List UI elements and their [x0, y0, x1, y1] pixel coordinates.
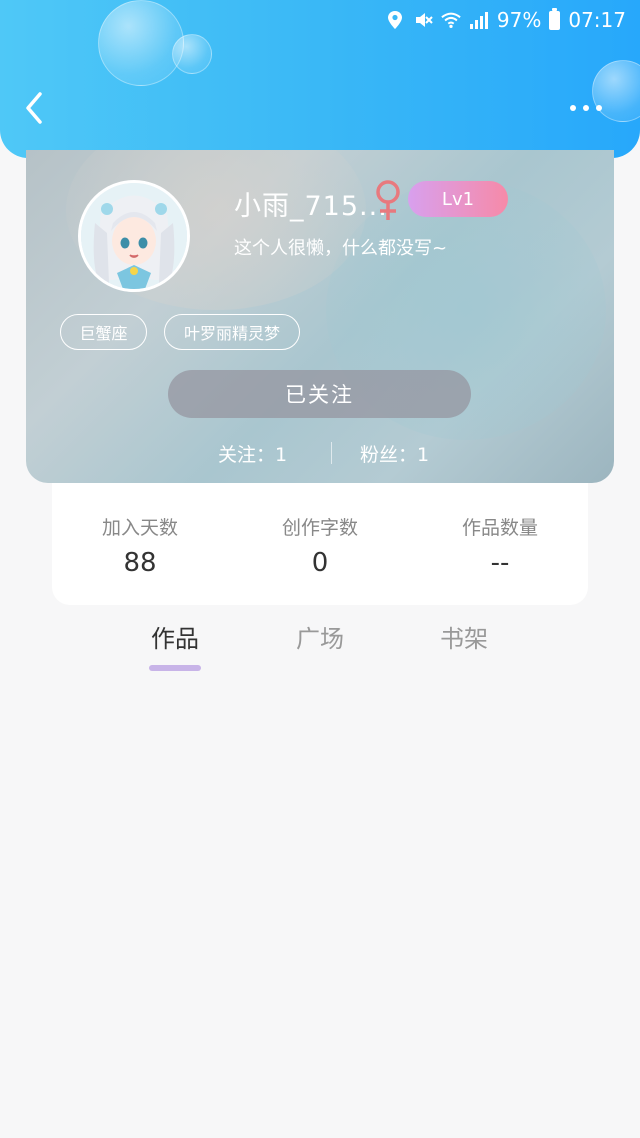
- avatar[interactable]: [78, 180, 190, 292]
- follow-counts: 关注：1 粉丝：1: [26, 438, 614, 468]
- stats-card: 加入天数 88 创作字数 0 作品数量 --: [52, 483, 588, 605]
- decorative-bubble: [172, 34, 212, 74]
- username: 小雨_715...: [234, 191, 388, 222]
- stat-label: 创作字数: [281, 517, 358, 539]
- more-dots-icon: [570, 105, 576, 111]
- status-bar: 97% 07:17: [0, 0, 640, 40]
- follow-button[interactable]: 已关注: [168, 370, 471, 418]
- back-arrow-icon: [26, 92, 42, 124]
- status-time: 07:17: [568, 8, 626, 32]
- mute-icon: [413, 10, 433, 30]
- stat-works-count: 作品数量 --: [420, 513, 580, 578]
- stat-label: 加入天数: [101, 517, 178, 539]
- counts-divider: [331, 442, 332, 464]
- tag-zodiac[interactable]: 巨蟹座: [60, 314, 147, 350]
- tab-indicator: [149, 665, 201, 671]
- tab-bar: 作品 广场 书架: [0, 615, 640, 675]
- following-count[interactable]: 关注：1: [218, 440, 287, 467]
- avatar-image: [81, 183, 187, 289]
- tab-bookshelf[interactable]: 书架: [424, 619, 504, 654]
- tag-interest[interactable]: 叶罗丽精灵梦: [164, 314, 300, 350]
- stat-value: 0: [311, 548, 329, 578]
- stat-join-days: 加入天数 88: [60, 513, 220, 578]
- signal-icon: [469, 10, 489, 30]
- more-dots-icon: [583, 105, 589, 111]
- more-button[interactable]: [570, 98, 610, 118]
- tab-plaza[interactable]: 广场: [280, 619, 360, 654]
- stat-value: --: [490, 548, 510, 578]
- level-badge: Lv1: [408, 181, 508, 217]
- female-gender-icon: [371, 178, 405, 222]
- header: 97% 07:17: [0, 0, 640, 158]
- fans-count[interactable]: 粉丝：1: [360, 440, 429, 467]
- bio-text: 这个人很懒，什么都没写~: [234, 238, 448, 259]
- battery-icon: [549, 7, 561, 30]
- tab-works[interactable]: 作品: [135, 619, 215, 654]
- battery-percent: 97%: [496, 8, 542, 32]
- wifi-icon: [441, 10, 461, 30]
- stat-label: 作品数量: [461, 517, 538, 539]
- back-button[interactable]: [18, 88, 54, 128]
- location-icon: [385, 10, 405, 30]
- stat-word-count: 创作字数 0: [240, 513, 400, 578]
- more-dots-icon: [596, 105, 602, 111]
- stat-value: 88: [123, 548, 157, 578]
- profile-card: 小雨_715... Lv1 这个人很懒，什么都没写~ 巨蟹座 叶罗丽精灵梦 已关…: [26, 150, 614, 483]
